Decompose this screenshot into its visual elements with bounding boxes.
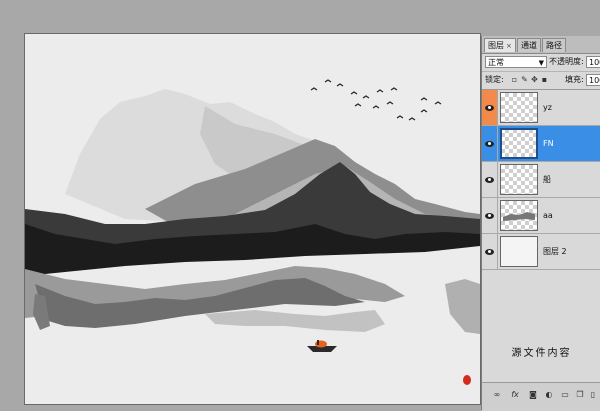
birds	[310, 79, 442, 121]
eye-icon	[485, 140, 494, 147]
opacity-input[interactable]: 100	[586, 56, 600, 68]
layer-thumbnail	[500, 128, 538, 159]
panel-tab-bar: 图层 × 通道 路径	[482, 36, 600, 54]
chevron-down-icon: ▼	[538, 59, 544, 67]
blend-mode-select[interactable]: 正常 ▼	[485, 56, 547, 68]
layer-name: 船	[543, 175, 551, 184]
mask-icon[interactable]: ◙	[528, 390, 538, 400]
boat	[307, 340, 337, 352]
tab-channels-label: 通道	[521, 41, 537, 50]
overlay-caption: 源文件内容	[511, 348, 572, 359]
eye-icon	[485, 176, 494, 183]
tab-layers[interactable]: 图层 ×	[484, 38, 516, 52]
layer-thumbnail	[500, 236, 538, 267]
lock-transparent-icon[interactable]: ▫	[510, 75, 519, 84]
document-canvas[interactable]	[24, 33, 481, 405]
visibility-toggle[interactable]	[482, 162, 498, 197]
reflection-pale	[205, 310, 385, 332]
visibility-toggle[interactable]	[482, 198, 498, 233]
tab-paths-label: 路径	[546, 41, 562, 50]
layer-boat[interactable]: 船	[482, 162, 600, 198]
lock-label: 锁定:	[485, 75, 504, 84]
layer-thumbnail	[500, 200, 538, 231]
trash-icon[interactable]: ▯	[588, 390, 598, 400]
layer-fn[interactable]: FN	[482, 126, 600, 162]
lock-move-icon[interactable]: ✥	[530, 75, 539, 84]
blend-opacity-row: 正常 ▼ 不透明度: 100	[482, 54, 600, 72]
red-seal	[463, 375, 471, 385]
fx-icon[interactable]: fx	[510, 390, 520, 400]
layer-aa[interactable]: aa	[482, 198, 600, 234]
group-icon[interactable]: ▭	[560, 390, 570, 400]
layer-2[interactable]: 图层 2	[482, 234, 600, 270]
layer-name: yz	[543, 103, 552, 112]
reflection-right	[445, 279, 480, 334]
link-icon[interactable]: ∞	[492, 390, 502, 400]
layer-thumbnail	[500, 92, 538, 123]
tab-close-icon[interactable]: ×	[506, 42, 512, 50]
blend-mode-value: 正常	[488, 58, 504, 67]
layer-yz[interactable]: yz	[482, 90, 600, 126]
layer-list-empty-area	[482, 270, 600, 382]
workspace	[0, 0, 481, 410]
new-layer-icon[interactable]: ❐	[575, 390, 585, 400]
adjustment-icon[interactable]: ◐	[544, 390, 554, 400]
layers-panel: 图层× 通道 路径 正常 ▼ 不透明度: 100 锁定: ▫ ✎ ✥ ▪ 填充:…	[481, 36, 600, 411]
lock-fill-row: 锁定: ▫ ✎ ✥ ▪ 填充: 100	[482, 72, 600, 90]
visibility-toggle[interactable]	[482, 126, 498, 161]
eye-icon	[485, 212, 494, 219]
lock-all-icon[interactable]: ▪	[540, 75, 549, 84]
lock-brush-icon[interactable]: ✎	[520, 75, 529, 84]
layer-thumbnail-art	[503, 212, 535, 221]
ink-landscape-artwork	[25, 79, 480, 385]
visibility-toggle[interactable]	[482, 90, 498, 125]
layer-thumbnail	[500, 164, 538, 195]
eye-icon	[485, 248, 494, 255]
fill-input[interactable]: 100	[586, 74, 600, 86]
fill-label: 填充:	[565, 75, 584, 84]
layer-list: yz FN 船 aa 图层 2	[482, 90, 600, 270]
tab-channels[interactable]: 通道	[517, 38, 541, 52]
eye-icon	[485, 104, 494, 111]
opacity-label: 不透明度:	[549, 57, 584, 66]
tab-paths[interactable]: 路径	[542, 38, 566, 52]
tab-layers-label: 图层	[488, 41, 504, 50]
layer-name: aa	[543, 211, 553, 220]
layer-name: FN	[543, 139, 554, 148]
visibility-toggle[interactable]	[482, 234, 498, 269]
panel-footer: ∞ fx ◙ ◐ ▭ ❐ ▯	[482, 382, 600, 411]
layer-name: 图层 2	[543, 247, 567, 256]
